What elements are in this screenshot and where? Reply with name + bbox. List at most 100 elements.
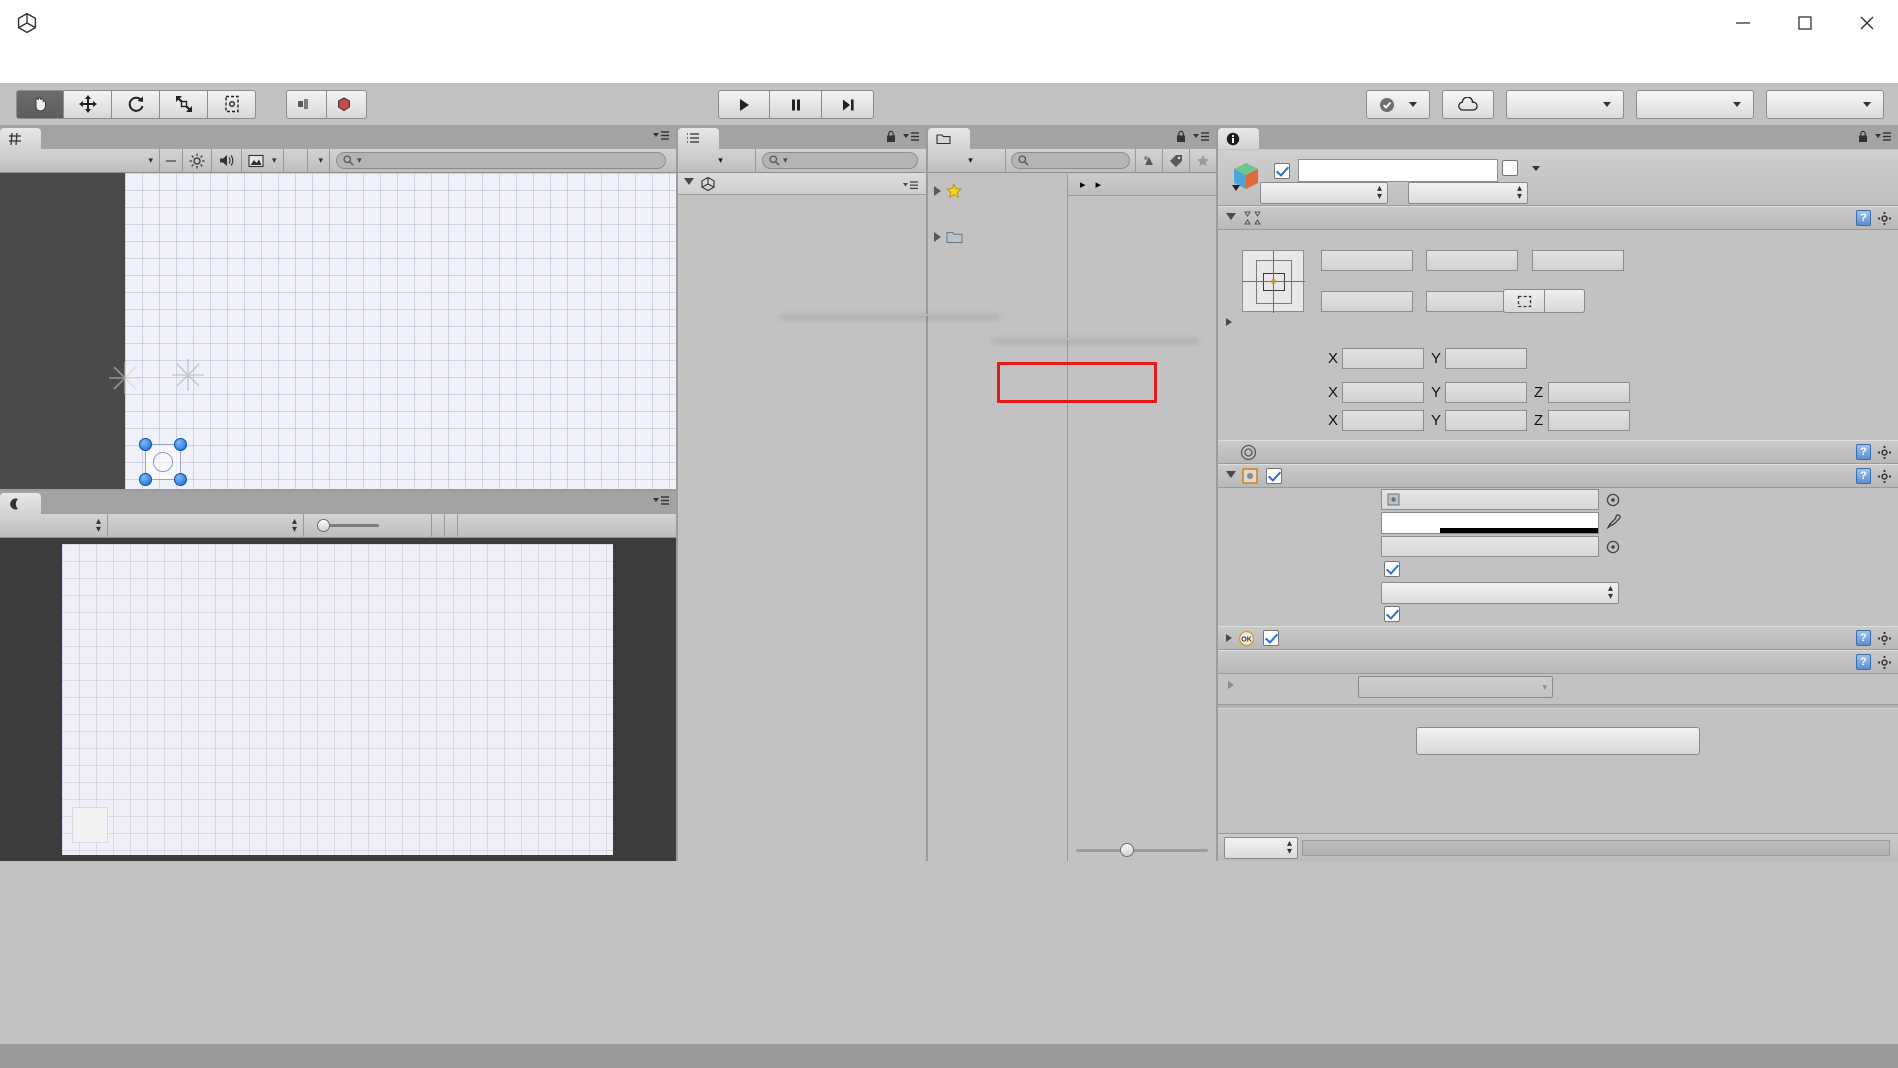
breadcrumb[interactable]: ▸ ▸ — [1068, 174, 1216, 196]
gear-icon[interactable] — [1877, 445, 1892, 460]
object-name-input[interactable] — [1298, 159, 1498, 182]
inspector-footer-object[interactable]: ▴ ▾ — [1224, 836, 1298, 859]
divider-project-inspector[interactable] — [1216, 126, 1218, 861]
hierarchy-context-menu[interactable] — [779, 314, 997, 316]
project-assets-list[interactable]: ▸ ▸ — [1068, 174, 1216, 861]
object-enabled-checkbox[interactable] — [1274, 162, 1290, 179]
account-button[interactable] — [1506, 90, 1624, 119]
ui-submenu[interactable] — [991, 338, 1196, 340]
material-header-icons[interactable]: ? — [1856, 654, 1892, 670]
help-icon[interactable]: ? — [1856, 654, 1871, 670]
gear-icon[interactable] — [1877, 631, 1892, 646]
hierarchy-tab-controls[interactable] — [886, 130, 920, 143]
scale-slider-knob[interactable] — [317, 519, 330, 532]
draw-mode-dropdown[interactable]: ▾ — [0, 148, 160, 173]
game-viewport[interactable] — [0, 538, 676, 861]
material-header[interactable]: ? — [1218, 650, 1898, 674]
help-icon[interactable]: ? — [1856, 210, 1871, 226]
inspector-tab-controls[interactable] — [1858, 130, 1892, 143]
help-icon[interactable]: ? — [1856, 468, 1871, 484]
rect-tool-button[interactable] — [208, 89, 256, 119]
tab-game[interactable] — [0, 493, 41, 514]
collab-button[interactable] — [1366, 90, 1430, 119]
chevron-down-icon[interactable] — [684, 178, 694, 189]
menu-edit[interactable] — [34, 61, 56, 67]
pivot-rotation-button[interactable] — [327, 89, 367, 119]
aspect-dropdown[interactable]: ▴ ▾ — [108, 513, 304, 538]
image-script-enabled-checkbox[interactable] — [1266, 468, 1282, 484]
object-picker-icon[interactable] — [1606, 540, 1620, 554]
project-scrollbar[interactable] — [1068, 843, 1216, 857]
chevron-right-icon[interactable] — [1226, 318, 1232, 326]
button-script-header[interactable]: OK ? — [1218, 626, 1898, 650]
divider-hierarchy-project[interactable] — [926, 126, 928, 861]
pos-y-input[interactable] — [1426, 250, 1518, 271]
image-script-header[interactable]: ? — [1218, 464, 1898, 488]
menu-window[interactable] — [122, 61, 144, 67]
project-tab-controls[interactable] — [1176, 130, 1210, 143]
rotation-z-input[interactable] — [1548, 382, 1630, 403]
object-picker-icon[interactable] — [1606, 493, 1620, 507]
scale-x-input[interactable] — [1342, 410, 1424, 431]
pos-z-input[interactable] — [1532, 250, 1624, 271]
canvas-renderer-header-icons[interactable]: ? — [1856, 444, 1892, 460]
chevron-right-icon[interactable] — [934, 232, 941, 242]
stats-toggle[interactable] — [458, 514, 470, 538]
raw-edit-button[interactable] — [1545, 289, 1585, 313]
divider-scene-game[interactable] — [0, 489, 676, 491]
width-input[interactable] — [1321, 291, 1413, 312]
anchor-preset-button[interactable] — [1242, 250, 1305, 313]
add-component-button[interactable] — [1416, 727, 1700, 755]
tab-project[interactable] — [928, 128, 970, 149]
project-favorites-item[interactable] — [928, 180, 1067, 202]
project-scrollbar-knob[interactable] — [1120, 843, 1134, 857]
filter-type-button[interactable] — [1136, 148, 1163, 173]
tab-hierarchy[interactable] — [678, 128, 719, 149]
button-script-header-icons[interactable]: ? — [1856, 630, 1892, 646]
scene-viewport[interactable] — [0, 173, 676, 491]
filter-label-button[interactable] — [1163, 148, 1190, 173]
image-type-dropdown[interactable]: ▴ ▾ — [1381, 582, 1619, 604]
tab-scene[interactable] — [0, 128, 41, 149]
hierarchy-search-input[interactable]: ▾ — [762, 152, 918, 169]
project-create-button[interactable]: ▾ — [928, 148, 1006, 173]
close-button[interactable] — [1836, 0, 1898, 45]
rect-transform-header-icons[interactable]: ? — [1856, 210, 1892, 226]
chevron-down-icon[interactable] — [1226, 470, 1236, 482]
material-field[interactable] — [1381, 536, 1599, 557]
play-button[interactable] — [718, 90, 770, 119]
rotate-tool-button[interactable] — [112, 89, 160, 119]
menu-help[interactable] — [144, 61, 166, 67]
image-script-header-icons[interactable]: ? — [1856, 468, 1892, 484]
hierarchy-tree[interactable] — [678, 173, 926, 861]
static-checkbox[interactable] — [1502, 160, 1518, 176]
project-search-input[interactable] — [1011, 152, 1130, 169]
display-dropdown[interactable]: ▴ ▾ — [0, 513, 108, 538]
menu-assets[interactable] — [56, 61, 78, 67]
rotation-x-input[interactable] — [1342, 382, 1424, 403]
game-tab-menu[interactable] — [652, 495, 670, 507]
chevron-right-icon[interactable] — [1228, 681, 1234, 689]
scene-lighting-button[interactable] — [183, 148, 212, 173]
pivot-y-input[interactable] — [1445, 348, 1527, 369]
chevron-right-icon[interactable] — [934, 186, 941, 196]
maximize-on-play-toggle[interactable] — [432, 513, 445, 538]
canvas-renderer-header[interactable]: ? — [1218, 440, 1898, 464]
menu-gameobject[interactable] — [78, 61, 100, 67]
tab-inspector[interactable] — [1218, 128, 1259, 149]
rect-transform-header[interactable]: ? — [1218, 206, 1898, 230]
color-swatch[interactable] — [1381, 512, 1599, 534]
pivot-mode-button[interactable] — [286, 89, 327, 119]
maximize-button[interactable] — [1774, 0, 1836, 45]
minimize-button[interactable] — [1712, 0, 1774, 45]
scale-z-input[interactable] — [1548, 410, 1630, 431]
menu-file[interactable] — [12, 61, 34, 67]
scene-audio-button[interactable] — [212, 148, 242, 173]
button-script-enabled-checkbox[interactable] — [1263, 630, 1279, 646]
favorite-button[interactable] — [1190, 149, 1216, 173]
fill-center-checkbox[interactable] — [1384, 606, 1400, 622]
move-tool-button[interactable] — [64, 89, 112, 119]
scene-tab-menu[interactable] — [652, 130, 670, 142]
shader-dropdown[interactable]: ▾ — [1358, 676, 1553, 698]
pause-button[interactable] — [770, 90, 822, 119]
